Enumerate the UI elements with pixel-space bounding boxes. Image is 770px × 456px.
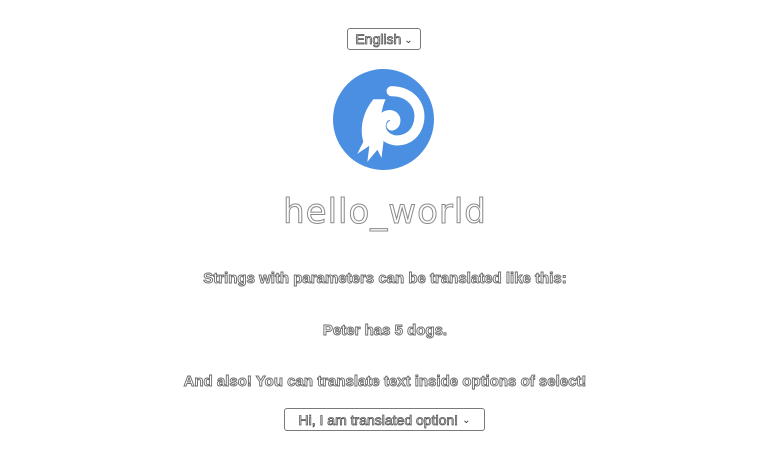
chevron-down-icon: ⌄ — [404, 34, 413, 46]
language-select-value: English — [355, 31, 402, 48]
options-intro-text: And also! You can translate text inside … — [183, 373, 587, 391]
language-select[interactable]: English ⌄ — [347, 28, 421, 50]
page: English ⌄ hello_world Strings with param… — [0, 0, 770, 456]
translated-option-select[interactable]: Hi, I am translated option! ⌄ — [284, 408, 485, 431]
params-example-text: Peter has 5 dogs. — [322, 322, 448, 340]
comet-logo-icon — [333, 69, 434, 170]
option-select-value: Hi, I am translated option! — [298, 411, 459, 428]
page-title: hello_world — [283, 192, 487, 233]
chevron-down-icon: ⌄ — [462, 415, 471, 426]
params-intro-text: Strings with parameters can be translate… — [203, 270, 567, 288]
